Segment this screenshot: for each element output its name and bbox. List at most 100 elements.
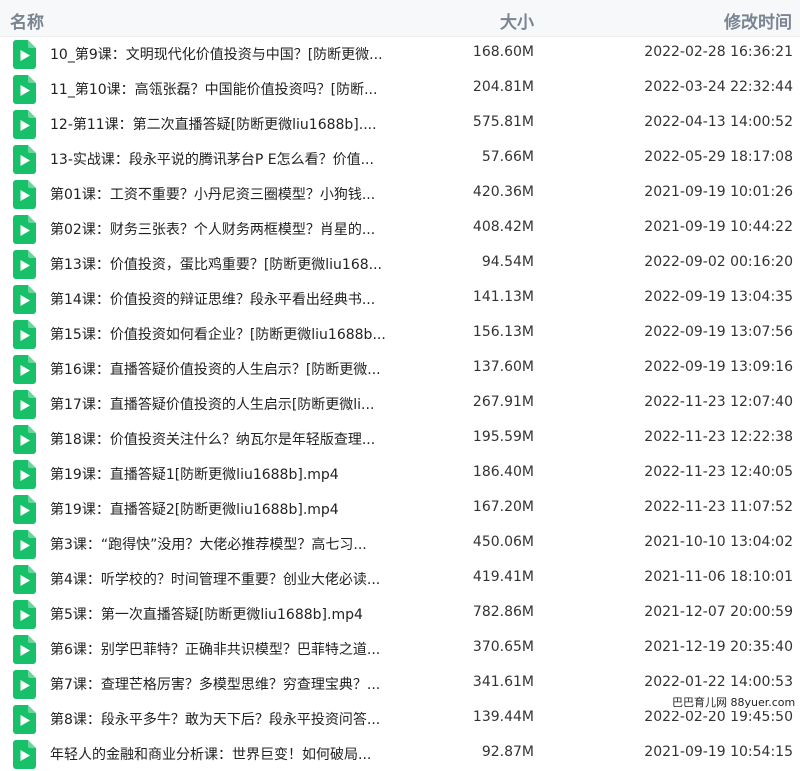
video-file-icon xyxy=(13,635,36,664)
file-modified-time: 2022-02-28 16:36:21 xyxy=(644,44,793,60)
video-file-icon xyxy=(13,75,36,104)
file-name[interactable]: 第7课：查理芒格厉害？多模型思维？穷查理宝典？... xyxy=(50,674,380,694)
video-file-icon xyxy=(13,530,36,559)
file-row[interactable]: 第3课：“跑得快”没用？大佬必推荐模型？高七习... 450.06M 2021-10… xyxy=(0,526,800,561)
file-name[interactable]: 第8课：段永平多牛？敢为天下后？段永平投资问答... xyxy=(50,709,380,729)
file-modified-time: 2022-09-02 00:16:20 xyxy=(644,254,793,270)
video-file-icon xyxy=(13,110,36,139)
video-file-icon xyxy=(13,740,36,769)
file-size: 156.13M xyxy=(472,324,534,340)
file-row[interactable]: 第17课：直播答疑价值投资的人生启示[防断更微li... 267.91M 2022-… xyxy=(0,386,800,421)
file-row[interactable]: 第4课：听学校的？时间管理不重要？创业大佬必读... 419.41M 2021-11… xyxy=(0,561,800,596)
file-row[interactable]: 第18课：价值投资关注什么？纳瓦尔是年轻版查理... 195.59M 2022-11… xyxy=(0,421,800,456)
file-modified-time: 2022-11-23 12:40:05 xyxy=(644,464,793,480)
file-size: 341.61M xyxy=(472,674,534,690)
video-file-icon xyxy=(13,320,36,349)
file-name[interactable]: 第18课：价值投资关注什么？纳瓦尔是年轻版查理... xyxy=(50,429,375,449)
file-modified-time: 2021-12-19 20:35:40 xyxy=(644,639,793,655)
file-size: 575.81M xyxy=(472,114,534,130)
file-row[interactable]: 年轻人的金融和商业分析课：世界巨变！如何破局... 92.87M 2021-09-1… xyxy=(0,736,800,771)
file-row[interactable]: 11_第10课：高瓴张磊？中国能价值投资吗？[防断... 204.81M 2022-… xyxy=(0,71,800,106)
file-modified-time: 2021-09-19 10:54:15 xyxy=(644,744,793,760)
file-name[interactable]: 13-实战课：段永平说的腾讯茅台P E怎么看？价值... xyxy=(50,149,374,169)
file-modified-time: 2022-03-24 22:32:44 xyxy=(644,79,793,95)
column-header-name[interactable]: 名称 xyxy=(10,8,44,33)
file-size: 370.65M xyxy=(472,639,534,655)
file-modified-time: 2022-02-20 19:45:50 xyxy=(644,709,793,725)
file-row[interactable]: 10_第9课：文明现代化价值投资与中国？[防断更微... 168.60M 2022-… xyxy=(0,36,800,71)
video-file-icon xyxy=(13,495,36,524)
file-modified-time: 2021-09-19 10:01:26 xyxy=(644,184,793,200)
file-size: 419.41M xyxy=(472,569,534,585)
video-file-icon xyxy=(13,390,36,419)
file-modified-time: 2022-04-13 14:00:52 xyxy=(644,114,793,130)
column-header-modified[interactable]: 修改时间 xyxy=(724,8,792,33)
file-size: 57.66M xyxy=(481,149,534,165)
file-name[interactable]: 第13课：价值投资，蛋比鸡重要？[防断更微liu168... xyxy=(50,254,382,274)
file-size: 139.44M xyxy=(472,709,534,725)
file-name[interactable]: 第3课：“跑得快”没用？大佬必推荐模型？高七习... xyxy=(50,534,367,554)
file-row[interactable]: 第02课：财务三张表？个人财务两框模型？肖星的... 408.42M 2021-09… xyxy=(0,211,800,246)
file-name[interactable]: 年轻人的金融和商业分析课：世界巨变！如何破局... xyxy=(50,744,371,764)
file-modified-time: 2021-10-10 13:04:02 xyxy=(644,534,793,550)
file-size: 94.54M xyxy=(481,254,534,270)
video-file-icon xyxy=(13,180,36,209)
file-modified-time: 2021-09-19 10:44:22 xyxy=(644,219,793,235)
video-file-icon xyxy=(13,425,36,454)
video-file-icon xyxy=(13,670,36,699)
video-file-icon xyxy=(13,145,36,174)
file-size: 408.42M xyxy=(472,219,534,235)
file-list-header: 名称 大小 修改时间 xyxy=(0,0,800,37)
file-modified-time: 2022-09-19 13:07:56 xyxy=(644,324,793,340)
file-name[interactable]: 第17课：直播答疑价值投资的人生启示[防断更微li... xyxy=(50,394,374,414)
file-name[interactable]: 第15课：价值投资如何看企业？[防断更微liu1688b... xyxy=(50,324,386,344)
file-size: 195.59M xyxy=(472,429,534,445)
video-file-icon xyxy=(13,215,36,244)
video-file-icon xyxy=(13,355,36,384)
file-name[interactable]: 第19课：直播答疑1[防断更微liu1688b].mp4 xyxy=(50,464,339,484)
file-row[interactable]: 12-第11课：第二次直播答疑[防断更微liu1688b].... 575.81M… xyxy=(0,106,800,141)
file-name[interactable]: 第16课：直播答疑价值投资的人生启示？[防断更微... xyxy=(50,359,381,379)
file-size: 137.60M xyxy=(472,359,534,375)
file-modified-time: 2022-11-23 12:22:38 xyxy=(644,429,793,445)
file-size: 450.06M xyxy=(472,534,534,550)
file-row[interactable]: 第15课：价值投资如何看企业？[防断更微liu1688b... 156.13M 20… xyxy=(0,316,800,351)
file-modified-time: 2022-01-22 14:00:53 xyxy=(644,674,793,690)
file-name[interactable]: 10_第9课：文明现代化价值投资与中国？[防断更微... xyxy=(50,44,383,64)
file-name[interactable]: 第02课：财务三张表？个人财务两框模型？肖星的... xyxy=(50,219,375,239)
file-modified-time: 2022-11-23 12:07:40 xyxy=(644,394,793,410)
file-list: 10_第9课：文明现代化价值投资与中国？[防断更微... 168.60M 2022-… xyxy=(0,36,800,771)
file-row[interactable]: 第01课：工资不重要？小丹尼资三圈模型？小狗钱... 420.36M 2021-09… xyxy=(0,176,800,211)
file-name[interactable]: 12-第11课：第二次直播答疑[防断更微liu1688b].... xyxy=(50,114,377,134)
file-row[interactable]: 第16课：直播答疑价值投资的人生启示？[防断更微... 137.60M 2022-0… xyxy=(0,351,800,386)
file-row[interactable]: 13-实战课：段永平说的腾讯茅台P E怎么看？价值... 57.66M 2022-0… xyxy=(0,141,800,176)
file-size: 204.81M xyxy=(472,79,534,95)
column-header-size[interactable]: 大小 xyxy=(500,8,534,33)
video-file-icon xyxy=(13,250,36,279)
video-file-icon xyxy=(13,705,36,734)
file-modified-time: 2022-09-19 13:04:35 xyxy=(644,289,793,305)
file-modified-time: 2021-12-07 20:00:59 xyxy=(644,604,793,620)
file-modified-time: 2022-09-19 13:09:16 xyxy=(644,359,793,375)
file-modified-time: 2022-11-23 11:07:52 xyxy=(644,499,793,515)
file-size: 267.91M xyxy=(472,394,534,410)
file-row[interactable]: 第5课：第一次直播答疑[防断更微liu1688b].mp4 782.86M 2021… xyxy=(0,596,800,631)
file-name[interactable]: 11_第10课：高瓴张磊？中国能价值投资吗？[防断... xyxy=(50,79,377,99)
file-row[interactable]: 第19课：直播答疑1[防断更微liu1688b].mp4 186.40M 2022-… xyxy=(0,456,800,491)
file-name[interactable]: 第14课：价值投资的辩证思维？段永平看出经典书... xyxy=(50,289,375,309)
file-name[interactable]: 第4课：听学校的？时间管理不重要？创业大佬必读... xyxy=(50,569,380,589)
file-row[interactable]: 第14课：价值投资的辩证思维？段永平看出经典书... 141.13M 2022-09… xyxy=(0,281,800,316)
file-row[interactable]: 第13课：价值投资，蛋比鸡重要？[防断更微liu168... 94.54M 2022… xyxy=(0,246,800,281)
file-name[interactable]: 第6课：别学巴菲特？正确非共识模型？巴菲特之道... xyxy=(50,639,380,659)
file-row[interactable]: 第6课：别学巴菲特？正确非共识模型？巴菲特之道... 370.65M 2021-12… xyxy=(0,631,800,666)
file-name[interactable]: 第19课：直播答疑2[防断更微liu1688b].mp4 xyxy=(50,499,339,519)
video-file-icon xyxy=(13,285,36,314)
file-name[interactable]: 第5课：第一次直播答疑[防断更微liu1688b].mp4 xyxy=(50,604,363,624)
file-name[interactable]: 第01课：工资不重要？小丹尼资三圈模型？小狗钱... xyxy=(50,184,375,204)
file-size: 168.60M xyxy=(472,44,534,60)
file-size: 420.36M xyxy=(472,184,534,200)
file-size: 92.87M xyxy=(481,744,534,760)
file-row[interactable]: 第19课：直播答疑2[防断更微liu1688b].mp4 167.20M 2022-… xyxy=(0,491,800,526)
video-file-icon xyxy=(13,40,36,69)
watermark-text: 巴巴育儿网 88yuer.com xyxy=(669,693,799,711)
